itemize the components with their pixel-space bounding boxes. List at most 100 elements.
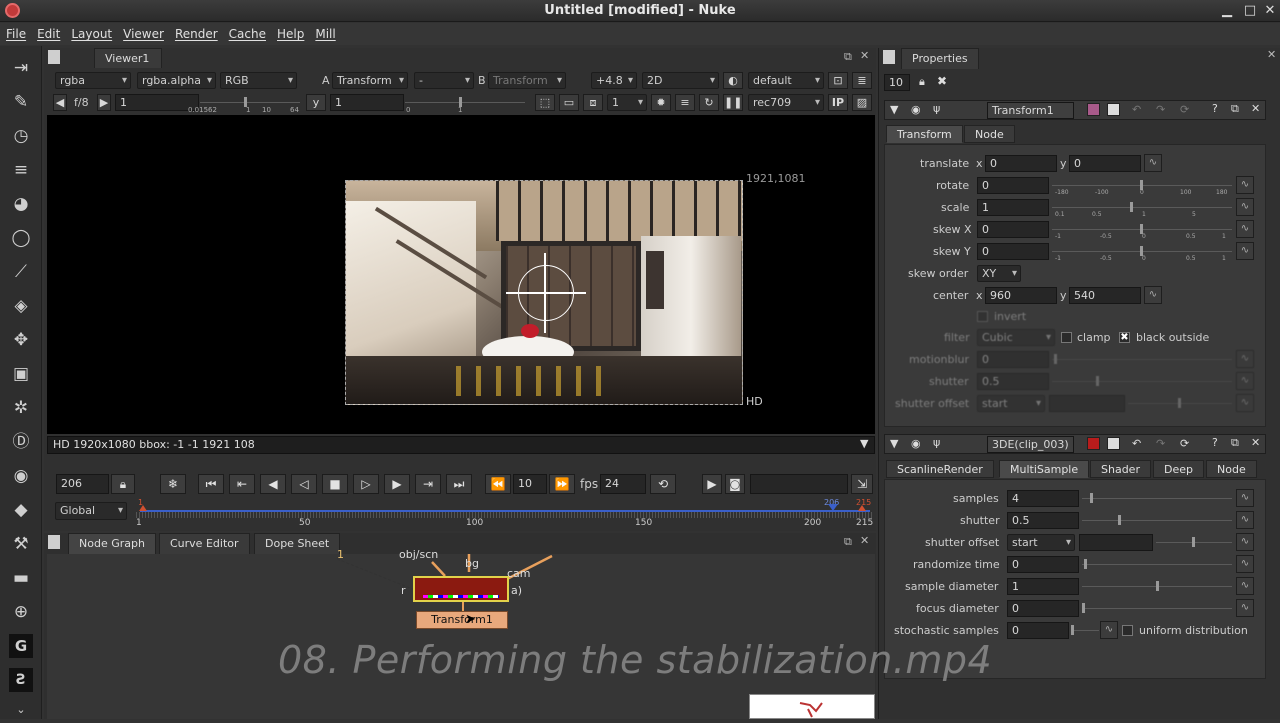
close-node-icon[interactable]: ✕ — [1251, 102, 1260, 115]
maximize-icon[interactable]: □ — [1242, 3, 1258, 19]
center-node-icon[interactable]: ◉ — [911, 103, 921, 116]
flipbook-icon[interactable]: ▶ — [702, 474, 722, 494]
rotate-curve-icon[interactable]: ∿ — [1236, 176, 1254, 194]
node-color-swatch[interactable] — [1087, 103, 1100, 116]
ms-shutter-field[interactable]: 0.5 — [1007, 512, 1079, 529]
revert-icon[interactable]: ⟳ — [1180, 437, 1189, 450]
ms-shutter-offset-curve-icon[interactable]: ∿ — [1236, 533, 1254, 551]
tab-shader[interactable]: Shader — [1090, 460, 1151, 478]
other-nodes-icon[interactable]: ▬ — [9, 566, 33, 590]
fps-field[interactable]: 24 — [600, 474, 646, 494]
filter-nodes-icon[interactable]: ◯ — [9, 226, 33, 250]
float-icon[interactable]: ⧉ — [844, 50, 852, 64]
zoom-dropdown[interactable]: +4.8 — [591, 72, 637, 89]
time-nodes-icon[interactable]: ◷ — [9, 124, 33, 148]
revert-icon[interactable]: ⟳ — [1180, 103, 1189, 116]
menu-viewer[interactable]: Viewer — [117, 23, 169, 41]
tab-scanlinerender[interactable]: ScanlineRender — [886, 460, 994, 478]
stochastic-samples-slider[interactable] — [1071, 624, 1099, 636]
pause-icon[interactable]: ❚❚ — [723, 94, 743, 111]
panel-handle-icon[interactable] — [48, 50, 60, 64]
menu-mill[interactable]: Mill — [309, 23, 340, 41]
collapse-icon[interactable]: ▼ — [890, 437, 898, 450]
black-outside-checkbox[interactable]: ✖ — [1119, 332, 1130, 343]
shutter-offset-field[interactable] — [1049, 395, 1125, 412]
toolsets-icon[interactable]: ⚒ — [9, 532, 33, 556]
draw-nodes-icon[interactable]: ✎ — [9, 90, 33, 114]
play-forward-icon[interactable]: ▷ — [353, 474, 379, 494]
menu-render[interactable]: Render — [169, 23, 223, 41]
color-nodes-icon[interactable]: ◕ — [9, 192, 33, 216]
gamma-field[interactable]: 1 — [330, 94, 404, 111]
samples-slider[interactable] — [1082, 492, 1232, 504]
randomize-time-curve-icon[interactable]: ∿ — [1236, 555, 1254, 573]
translate-curve-icon[interactable]: ∿ — [1144, 154, 1162, 172]
float-node-icon[interactable]: ⧉ — [1231, 102, 1239, 116]
tab-deep[interactable]: Deep — [1153, 460, 1204, 478]
randomize-time-slider[interactable] — [1082, 558, 1232, 570]
cycle-icon[interactable]: ↻ — [699, 94, 719, 111]
views-nodes-icon[interactable]: ◉ — [9, 464, 33, 488]
sample-diameter-slider[interactable] — [1082, 580, 1232, 592]
timeline[interactable]: 1 206 215 1 50 100 150 200 215 — [136, 498, 874, 530]
playhead-icon[interactable] — [828, 504, 838, 511]
sample-diameter-field[interactable]: 1 — [1007, 578, 1079, 595]
next-keyframe-icon[interactable]: ⇥ — [415, 474, 441, 494]
lut-dropdown[interactable]: default — [748, 72, 824, 89]
scanline-node-name-field[interactable]: 3DE(clip_003) — [987, 436, 1074, 453]
filter-dropdown[interactable]: Cubic — [977, 329, 1055, 346]
increment-field[interactable]: 10 — [513, 474, 547, 494]
range-mode-dropdown[interactable]: Global — [55, 502, 127, 520]
menu-layout[interactable]: Layout — [65, 23, 117, 41]
input-a-dropdown[interactable]: Transform — [332, 72, 408, 89]
node-graph-navigator[interactable] — [749, 694, 875, 719]
center-x-field[interactable]: 960 — [985, 287, 1057, 304]
float-icon[interactable]: ⧉ — [844, 535, 852, 549]
shutter-offset-curve-icon[interactable]: ∿ — [1236, 394, 1254, 412]
menu-file[interactable]: File — [0, 23, 31, 41]
help-icon[interactable]: ? — [1212, 102, 1218, 115]
collapse-icon[interactable]: ▼ — [890, 103, 898, 116]
node-gl-color-swatch[interactable] — [1107, 103, 1120, 116]
transform-nodes-icon[interactable]: ✥ — [9, 328, 33, 352]
panel-close-icon[interactable]: ✕ — [860, 49, 869, 62]
stochastic-samples-field[interactable]: 0 — [1007, 622, 1069, 639]
ms-shutter-curve-icon[interactable]: ∿ — [1236, 511, 1254, 529]
prev-keyframe-icon[interactable]: ⇤ — [229, 474, 255, 494]
center-node-icon[interactable]: ◉ — [911, 437, 921, 450]
roi-icon[interactable]: ⊡ — [828, 72, 848, 89]
fstop-next-icon[interactable]: ▶ — [97, 94, 111, 111]
render-icon[interactable]: ◙ — [725, 474, 745, 494]
shutter-offset-slider[interactable] — [1128, 397, 1232, 409]
merge-nodes-icon[interactable]: ◈ — [9, 294, 33, 318]
roi-select-icon[interactable]: ⬚ — [535, 94, 555, 111]
viewer-settings-icon[interactable]: ≣ — [852, 72, 872, 89]
skewy-field[interactable]: 0 — [977, 243, 1049, 260]
node-gl-color-swatch[interactable] — [1107, 437, 1120, 450]
undo-icon[interactable]: ↶ — [1132, 437, 1141, 450]
keyer-nodes-icon[interactable]: ⟋ — [9, 260, 33, 284]
sample-diameter-curve-icon[interactable]: ∿ — [1236, 577, 1254, 595]
current-frame-field[interactable]: 206 — [56, 474, 109, 494]
center-y-field[interactable]: 540 — [1069, 287, 1141, 304]
translate-y-field[interactable]: 0 — [1069, 155, 1141, 172]
playback-range-field[interactable] — [750, 474, 848, 494]
skew-order-dropdown[interactable]: XY — [977, 265, 1021, 282]
gamma-toggle[interactable]: y — [306, 94, 326, 111]
motionblur-curve-icon[interactable]: ∿ — [1236, 350, 1254, 368]
menu-cache[interactable]: Cache — [223, 23, 271, 41]
tab-multisample[interactable]: MultiSample — [999, 460, 1090, 478]
help-node-icon[interactable]: ψ — [933, 102, 940, 115]
node-color-swatch[interactable] — [1087, 437, 1100, 450]
gamma-slider[interactable] — [405, 96, 525, 108]
clamp-checkbox[interactable] — [1061, 332, 1072, 343]
gizmo-g-icon[interactable]: G — [9, 634, 33, 658]
focus-diameter-curve-icon[interactable]: ∿ — [1236, 599, 1254, 617]
motionblur-field[interactable]: 0 — [977, 351, 1049, 368]
skewx-field[interactable]: 0 — [977, 221, 1049, 238]
shutter-curve-icon[interactable]: ∿ — [1236, 372, 1254, 390]
tab-node-graph[interactable]: Node Graph — [68, 533, 156, 554]
tab-dope-sheet[interactable]: Dope Sheet — [254, 533, 341, 554]
focus-diameter-field[interactable]: 0 — [1007, 600, 1079, 617]
tab-viewer1[interactable]: Viewer1 — [94, 48, 162, 68]
